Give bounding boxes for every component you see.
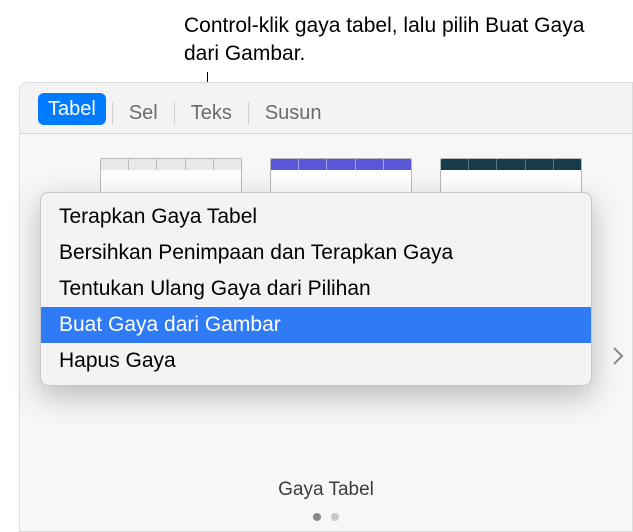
tab-separator bbox=[174, 102, 175, 124]
tab-susun[interactable]: Susun bbox=[255, 97, 332, 129]
style-pager bbox=[20, 513, 632, 521]
tab-sel[interactable]: Sel bbox=[119, 97, 168, 129]
tab-separator bbox=[248, 102, 249, 124]
menu-item-redefine-from-selection[interactable]: Tentukan Ulang Gaya dari Pilihan bbox=[41, 271, 591, 307]
tab-label: Teks bbox=[191, 102, 232, 125]
tab-label: Susun bbox=[265, 102, 322, 125]
next-styles-chevron-icon[interactable] bbox=[604, 337, 632, 381]
tab-bar: Tabel Sel Teks Susun bbox=[20, 83, 632, 134]
menu-item-clear-overrides[interactable]: Bersihkan Penimpaan dan Terapkan Gaya bbox=[41, 235, 591, 271]
menu-item-create-from-image[interactable]: Buat Gaya dari Gambar bbox=[41, 307, 591, 343]
pager-dot[interactable] bbox=[331, 513, 339, 521]
pager-dot[interactable] bbox=[313, 513, 321, 521]
context-menu: Terapkan Gaya Tabel Bersihkan Penimpaan … bbox=[40, 192, 592, 386]
table-styles-label: Gaya Tabel bbox=[20, 479, 632, 501]
tab-label: Tabel bbox=[48, 98, 96, 121]
tab-tabel[interactable]: Tabel bbox=[38, 93, 106, 125]
menu-item-delete-style[interactable]: Hapus Gaya bbox=[41, 343, 591, 379]
tab-label: Sel bbox=[129, 102, 158, 125]
tab-separator bbox=[112, 102, 113, 124]
menu-item-apply-style[interactable]: Terapkan Gaya Tabel bbox=[41, 199, 591, 235]
tab-teks[interactable]: Teks bbox=[181, 97, 242, 129]
callout-text: Control-klik gaya tabel, lalu pilih Buat… bbox=[184, 12, 604, 69]
